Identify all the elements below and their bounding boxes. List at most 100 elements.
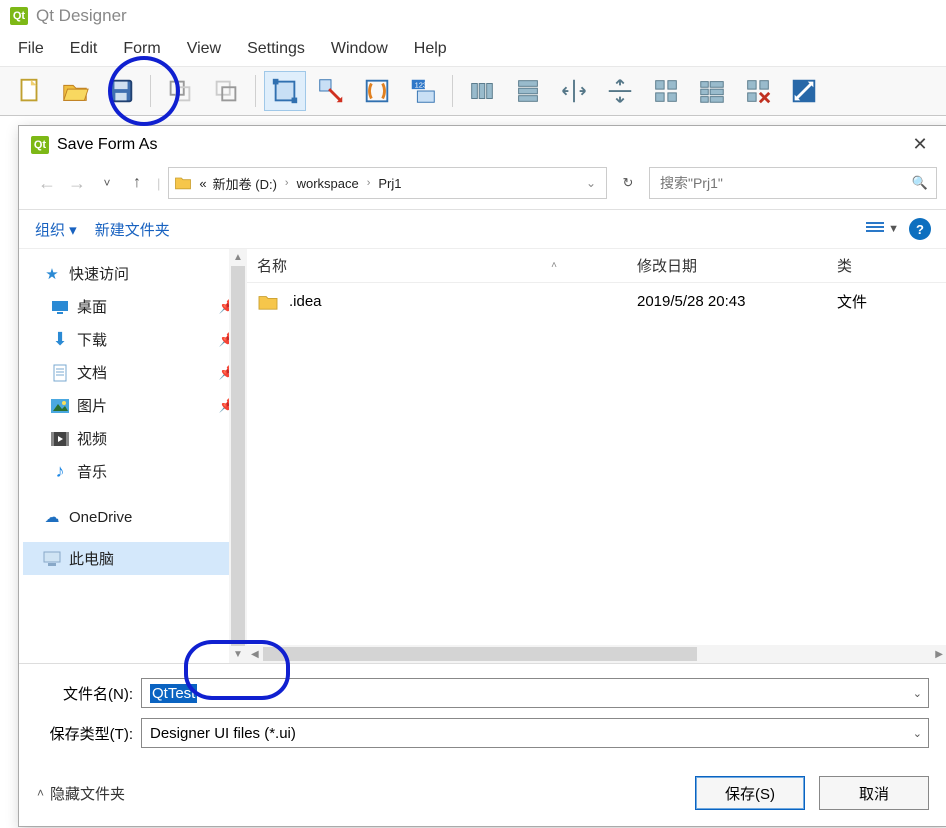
desktop-icon (51, 298, 69, 316)
menu-help[interactable]: Help (414, 40, 447, 58)
file-type: 文件 (837, 291, 937, 312)
search-input[interactable] (658, 174, 912, 192)
breadcrumb-segment[interactable]: workspace (297, 176, 359, 191)
sidebar-onedrive[interactable]: ☁ OneDrive (23, 502, 243, 532)
save-button[interactable] (100, 71, 142, 111)
file-row[interactable]: .idea 2019/5/28 20:43 文件 (247, 283, 946, 320)
save-button[interactable]: 保存(S) (695, 776, 805, 810)
folder-icon (173, 173, 193, 193)
document-icon (51, 364, 69, 382)
filename-input[interactable]: QtTest ⌄ (141, 678, 929, 708)
scroll-right-icon[interactable]: ▶ (931, 649, 946, 660)
dialog-toolbar: 组织 ▾ 新建文件夹 ▼ ? (19, 210, 946, 249)
toolbar-separator (452, 75, 453, 107)
cloud-icon: ☁ (43, 508, 61, 526)
layout-horiz-splitter-button[interactable] (553, 71, 595, 111)
chevron-up-icon: ˄ (37, 786, 44, 800)
sidebar-documents[interactable]: 文档 📌 (23, 356, 243, 389)
view-options-button[interactable]: ▼ (866, 222, 899, 236)
layout-grid-button[interactable] (645, 71, 687, 111)
music-icon: ♪ (51, 463, 69, 481)
layout-form-button[interactable] (691, 71, 733, 111)
sidebar-scrollbar[interactable]: ▲ ▼ (229, 249, 247, 663)
chevron-right-icon[interactable]: › (283, 177, 291, 189)
sidebar-pictures[interactable]: 图片 📌 (23, 389, 243, 422)
column-name[interactable]: 名称 (257, 255, 287, 276)
dropdown-icon[interactable]: ⌄ (913, 727, 922, 740)
nav-forward-button[interactable]: → (65, 173, 89, 194)
chevron-right-icon[interactable]: › (365, 177, 373, 189)
menu-settings[interactable]: Settings (247, 40, 305, 58)
dialog-titlebar: Qt Save Form As ✕ (19, 126, 946, 163)
refresh-button[interactable]: ↻ (613, 168, 643, 198)
window-title: Qt Designer (36, 6, 127, 26)
sidebar-music[interactable]: ♪ 音乐 (23, 455, 243, 488)
save-dialog: Qt Save Form As ✕ ← → ˅ ↑ | « 新加卷 (D:) ›… (18, 125, 946, 827)
star-icon: ★ (43, 265, 61, 283)
column-date[interactable]: 修改日期 (637, 255, 837, 276)
layout-horiz-button[interactable] (461, 71, 503, 111)
menu-form[interactable]: Form (123, 40, 160, 58)
sidebar-downloads[interactable]: ⬇ 下载 📌 (23, 323, 243, 356)
edit-tab-order-button[interactable]: 123 (402, 71, 444, 111)
filename-value: QtTest (150, 684, 197, 703)
file-date: 2019/5/28 20:43 (637, 293, 837, 310)
address-bar[interactable]: « 新加卷 (D:) › workspace › Prj1 ⌄ (168, 167, 607, 199)
scroll-up-icon[interactable]: ▲ (233, 249, 243, 266)
send-back-button[interactable] (159, 71, 201, 111)
hidden-folders-toggle[interactable]: ˄ 隐藏文件夹 (37, 783, 125, 804)
close-button[interactable]: ✕ (905, 134, 935, 155)
toolbar-separator (150, 75, 151, 107)
breadcrumb-segment[interactable]: Prj1 (378, 176, 401, 191)
horizontal-scrollbar[interactable]: ◀ ▶ (247, 645, 946, 663)
nav-back-button[interactable]: ← (35, 173, 59, 194)
recent-locations-button[interactable]: ˅ (95, 176, 119, 190)
break-layout-button[interactable] (737, 71, 779, 111)
sidebar-videos[interactable]: 视频 (23, 422, 243, 455)
new-folder-button[interactable]: 新建文件夹 (95, 219, 170, 240)
dropdown-icon[interactable]: ⌄ (913, 687, 922, 700)
organize-menu[interactable]: 组织 ▾ (35, 219, 77, 240)
sidebar-this-pc[interactable]: 此电脑 (23, 542, 243, 575)
edit-buddies-button[interactable] (356, 71, 398, 111)
menu-window[interactable]: Window (331, 40, 388, 58)
help-button[interactable]: ? (909, 218, 931, 240)
filename-area: 文件名(N): QtTest ⌄ 保存类型(T): Designer UI fi… (19, 663, 946, 766)
path-dropdown-button[interactable]: ⌄ (586, 176, 602, 190)
sidebar-quick-access[interactable]: ★ 快速访问 (23, 257, 243, 290)
new-file-button[interactable] (8, 71, 50, 111)
menu-edit[interactable]: Edit (70, 40, 98, 58)
open-file-button[interactable] (54, 71, 96, 111)
app-icon: Qt (31, 136, 49, 154)
scroll-left-icon[interactable]: ◀ (247, 649, 263, 660)
filetype-value: Designer UI files (*.ui) (150, 725, 296, 742)
dialog-title: Save Form As (57, 136, 157, 154)
toolbar-separator (255, 75, 256, 107)
edit-signals-button[interactable] (310, 71, 352, 111)
app-icon: Qt (10, 7, 28, 25)
menu-bar: File Edit Form View Settings Window Help (0, 32, 946, 67)
filename-label: 文件名(N): (37, 683, 133, 704)
breadcrumb-segment[interactable]: 新加卷 (D:) (213, 174, 277, 193)
layout-vert-button[interactable] (507, 71, 549, 111)
download-icon: ⬇ (51, 331, 69, 349)
edit-widgets-button[interactable] (264, 71, 306, 111)
nav-up-button[interactable]: ↑ (125, 174, 149, 192)
scroll-down-icon[interactable]: ▼ (233, 646, 243, 663)
cancel-button[interactable]: 取消 (819, 776, 929, 810)
video-icon (51, 430, 69, 448)
sidebar-desktop[interactable]: 桌面 📌 (23, 290, 243, 323)
search-box[interactable]: 🔍 (649, 167, 937, 199)
adjust-size-button[interactable] (783, 71, 825, 111)
layout-vert-splitter-button[interactable] (599, 71, 641, 111)
bring-front-button[interactable] (205, 71, 247, 111)
filetype-select[interactable]: Designer UI files (*.ui) ⌄ (141, 718, 929, 748)
svg-text:123: 123 (415, 80, 428, 89)
filetype-label: 保存类型(T): (37, 723, 133, 744)
column-type[interactable]: 类 (837, 255, 937, 276)
menu-file[interactable]: File (18, 40, 44, 58)
file-name: .idea (289, 293, 322, 310)
menu-view[interactable]: View (187, 40, 221, 58)
column-headers: 名称 ˄ 修改日期 类 (247, 249, 946, 283)
navigation-row: ← → ˅ ↑ | « 新加卷 (D:) › workspace › Prj1 … (19, 163, 946, 210)
